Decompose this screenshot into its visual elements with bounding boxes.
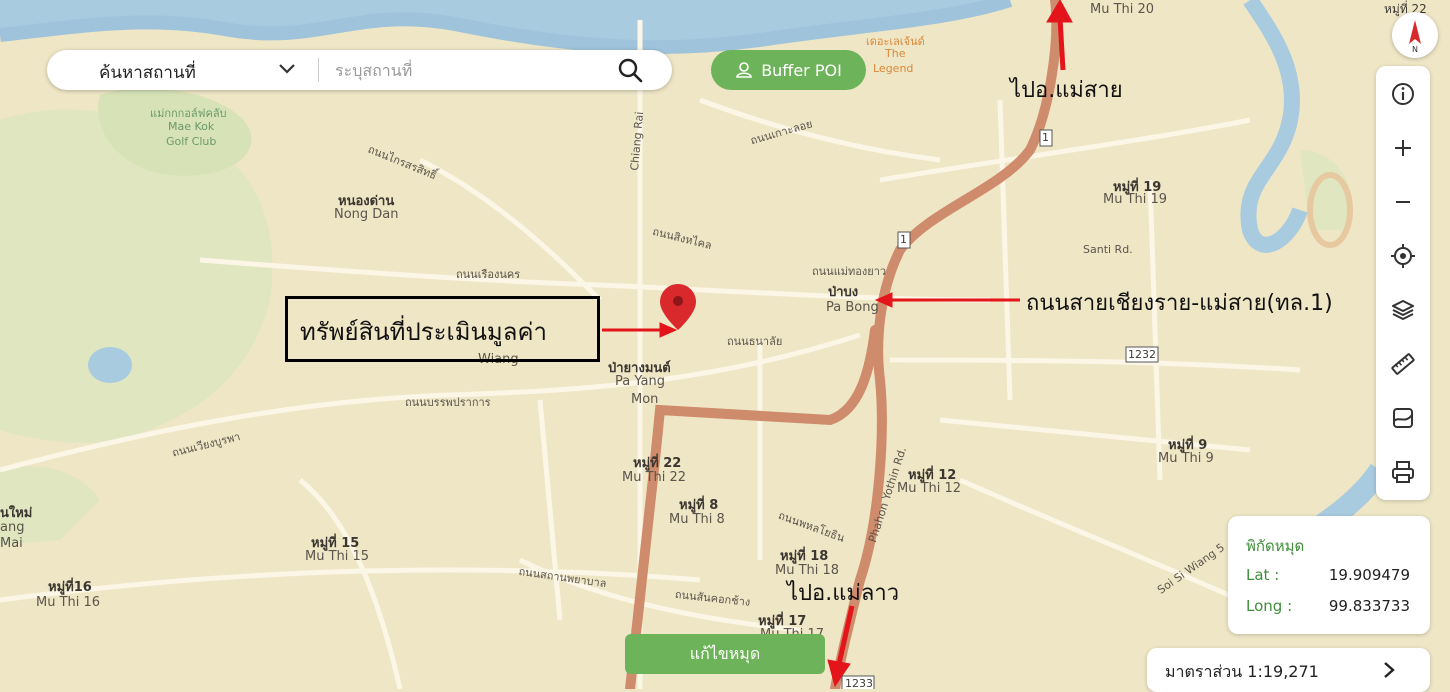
lat-label: Lat : [1246, 566, 1280, 584]
chevron-right-icon[interactable] [1379, 660, 1399, 680]
place-label: Nong Dan [334, 207, 399, 222]
highway-label: ถนนสายเชียงราย-แม่สาย(ทล.1) [1026, 291, 1333, 316]
route-1-label: 1 [1042, 131, 1049, 144]
search-bar: ค้นหาสถานที่ [47, 50, 672, 90]
place-label: Mae Kok [168, 120, 215, 133]
place-label: Mu Thi 16 [36, 595, 101, 610]
place-label: The [885, 47, 906, 60]
road-label: ถนนเรืองนคร [456, 268, 521, 281]
map-style-icon[interactable] [1389, 404, 1417, 432]
place-label: Pa Yang [615, 374, 665, 389]
place-label: Mon [631, 392, 659, 407]
layers-icon[interactable] [1389, 296, 1417, 324]
place-label: Legend [873, 62, 914, 75]
place-label: Mu Thi 9 [1158, 451, 1214, 466]
long-value: 99.833733 [1328, 597, 1410, 615]
buffer-poi-label: Buffer POI [761, 60, 842, 80]
place-label: Mu Thi 8 [669, 512, 725, 527]
edit-pin-button[interactable]: แก้ไขหมุด [625, 634, 825, 674]
place-label: Mai [0, 536, 23, 551]
road-label: ถนนธนาลัย [727, 335, 783, 348]
scale-panel[interactable]: มาตราส่วน 1:19,271 [1147, 648, 1430, 692]
chevron-down-icon[interactable] [277, 58, 297, 78]
search-icon[interactable] [617, 57, 643, 83]
long-label: Long : [1246, 597, 1293, 615]
place-label: Mu Thi 12 [897, 481, 962, 496]
route-1233-label: 1233 [845, 677, 873, 690]
zoom-out-icon[interactable] [1389, 188, 1417, 216]
place-label: Mu Thi 20 [1090, 2, 1155, 17]
ruler-icon[interactable] [1389, 350, 1417, 378]
to-mae-lao-label: ไปอ.แม่ลาว [787, 581, 900, 606]
search-divider [318, 58, 319, 82]
locate-icon[interactable] [1389, 242, 1417, 270]
user-pin-icon [736, 62, 752, 78]
place-label: หมู่ที่16 [48, 580, 92, 595]
zoom-in-icon[interactable] [1389, 134, 1417, 162]
road-label: ถนนบรรพปราการ [405, 396, 491, 409]
compass-label: N [1412, 45, 1418, 54]
buffer-poi-button[interactable]: Buffer POI [711, 50, 866, 90]
place-label: Mu Thi 15 [305, 549, 370, 564]
map-toolbar [1376, 66, 1430, 500]
to-mae-sai-label: ไปอ.แม่สาย [1010, 78, 1123, 103]
road-label: ถนนแม่ทองยาว [812, 265, 887, 278]
scale-label: มาตราส่วน [1165, 662, 1243, 681]
search-category-label[interactable]: ค้นหาสถานที่ [99, 59, 196, 86]
scale-value: 1:19,271 [1247, 662, 1319, 681]
route-1-label: 1 [900, 233, 907, 246]
info-icon[interactable] [1389, 80, 1417, 108]
coordinates-title: พิกัดหมุด [1246, 537, 1305, 555]
place-label: Mu Thi 22 [622, 470, 687, 485]
route-1232-label: 1232 [1128, 348, 1156, 361]
property-annotation-label: ทรัพย์สินที่ประเมินมูลค่า [300, 318, 547, 346]
search-input[interactable] [333, 56, 607, 84]
scale-text: มาตราส่วน 1:19,271 [1165, 660, 1319, 685]
lat-value: 19.909479 [1328, 566, 1410, 584]
place-label: Golf Club [166, 135, 217, 148]
place-label: ป่าบง [828, 285, 859, 300]
pond [88, 347, 132, 383]
coordinates-panel: พิกัดหมุด Lat : 19.909479 Long : 99.8337… [1228, 516, 1430, 634]
place-label: ang [0, 520, 25, 535]
print-icon[interactable] [1389, 458, 1417, 486]
place-label: Pa Bong [826, 300, 879, 315]
road-label: Santi Rd. [1083, 243, 1133, 256]
compass-icon: N [1409, 20, 1421, 54]
place-label: Mu Thi 19 [1103, 192, 1168, 207]
compass-button[interactable]: N [1392, 12, 1438, 58]
edit-pin-label: แก้ไขหมุด [689, 643, 761, 663]
